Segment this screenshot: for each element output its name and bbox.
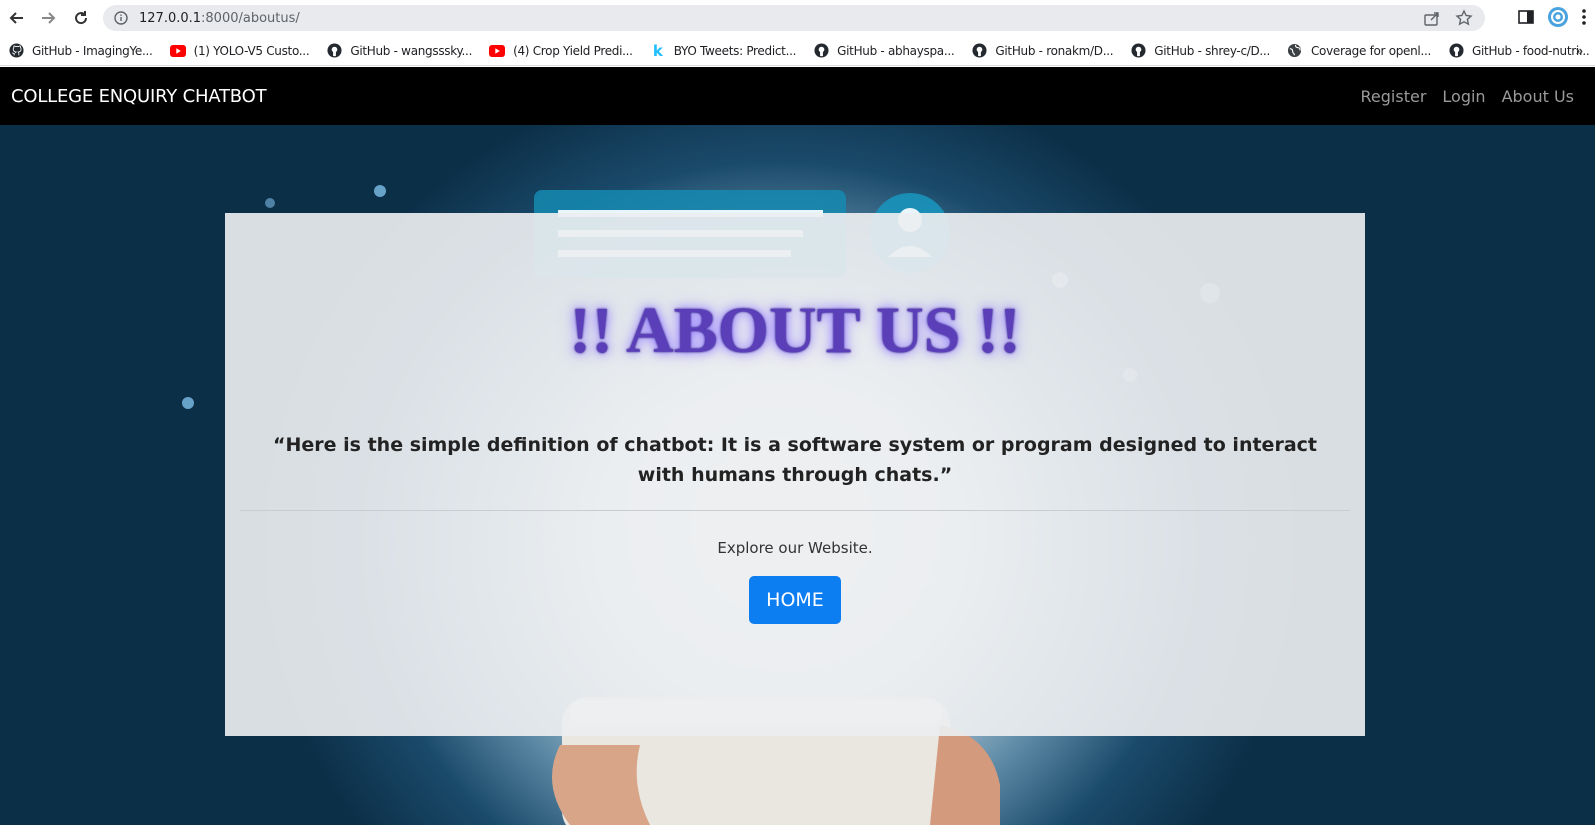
bookmark-label: GitHub - food-nutri... [1472,43,1590,58]
bookmark-item[interactable]: GitHub - wangsssky... [326,43,472,59]
nav-link-register[interactable]: Register [1361,87,1427,106]
share-icon[interactable] [1423,9,1441,32]
explore-text: Explore our Website. [717,539,873,557]
bookmark-label: GitHub - abhayspa... [837,43,955,58]
youtube-icon [489,43,506,59]
github-icon [326,43,342,59]
bookmark-item[interactable]: GitHub - ImagingYe... [8,43,153,59]
bookmark-item[interactable]: (1) YOLO-V5 Custo... [169,43,310,59]
nav-links: Register Login About Us [1361,87,1574,106]
url-host: 127.0.0.1 [139,10,202,26]
bookmark-item[interactable]: GitHub - abhayspa... [813,43,955,59]
bookmark-label: GitHub - wangsssky... [350,43,473,58]
bookmark-item[interactable]: Coverage for openl... [1287,43,1431,59]
site-navbar: COLLEGE ENQUIRY CHATBOT Register Login A… [0,67,1595,125]
reload-icon[interactable] [66,3,96,33]
page-title: !! ABOUT US !! [569,294,1021,367]
address-bar[interactable]: 127.0.0.1:8000/aboutus/ [103,5,1485,31]
bookmark-label: GitHub - shrey-c/D... [1154,43,1270,58]
bookmark-item[interactable]: GitHub - food-nutri... [1448,43,1590,59]
divider [240,510,1350,511]
bookmarks-overflow-button[interactable]: » [1576,43,1583,58]
back-icon[interactable] [2,3,32,33]
kaggle-icon: k [652,41,663,60]
github-icon [1448,43,1464,59]
bookmark-item[interactable]: k BYO Tweets: Predict... [650,41,797,60]
chatbot-definition-quote: “Here is the simple definition of chatbo… [273,434,1317,486]
site-brand[interactable]: COLLEGE ENQUIRY CHATBOT [11,86,267,107]
github-icon [1130,43,1146,59]
nav-link-login[interactable]: Login [1442,87,1485,106]
bookmark-label: GitHub - ImagingYe... [32,43,153,58]
menu-kebab-icon[interactable] [1581,8,1587,31]
profile-avatar-icon[interactable] [1547,6,1569,33]
globe-icon [1287,43,1303,59]
forward-icon[interactable] [33,3,63,33]
youtube-icon [169,43,186,59]
about-card: !! ABOUT US !! “Here is the simple defin… [225,213,1365,736]
bookmarks-bar: GitHub - ImagingYe... (1) YOLO-V5 Custo.… [0,36,1595,66]
bookmark-item[interactable]: GitHub - ronakm/D... [971,43,1114,59]
side-panel-icon[interactable] [1517,8,1535,31]
github-icon [8,43,24,59]
bookmark-label: Coverage for openl... [1310,43,1432,58]
bookmark-label: BYO Tweets: Predict... [673,43,797,58]
browser-toolbar: 127.0.0.1:8000/aboutus/ [0,0,1595,36]
bookmark-label: (4) Crop Yield Predi... [513,43,633,58]
bookmark-label: GitHub - ronakm/D... [995,43,1114,58]
nav-link-about-us[interactable]: About Us [1502,87,1574,106]
home-button[interactable]: HOME [749,576,841,624]
url-text: 127.0.0.1:8000/aboutus/ [139,11,300,26]
site-info-icon[interactable] [113,10,129,26]
bookmark-star-icon[interactable] [1455,9,1473,32]
bookmark-label: (1) YOLO-V5 Custo... [193,43,310,58]
github-icon [971,43,987,59]
bookmark-item[interactable]: GitHub - shrey-c/D... [1130,43,1270,59]
url-path: :8000/aboutus/ [201,10,300,26]
github-icon [813,43,829,59]
bookmark-item[interactable]: (4) Crop Yield Predi... [489,43,633,59]
